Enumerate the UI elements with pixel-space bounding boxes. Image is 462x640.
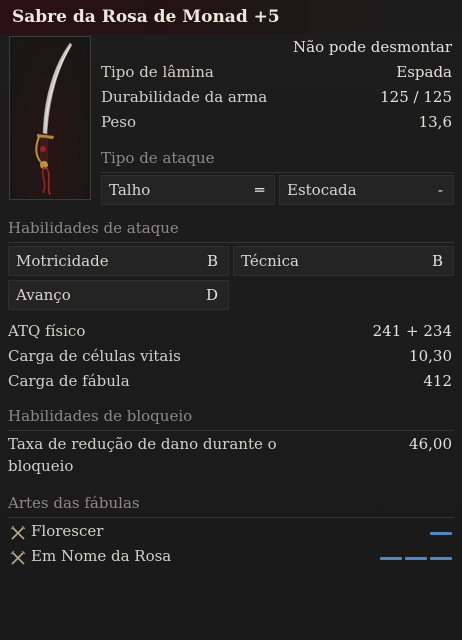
stat-value: 241 + 234: [372, 322, 452, 340]
stat-value: 125 / 125: [380, 88, 452, 106]
stat-value: 46,00: [409, 435, 452, 453]
item-title: Sabre da Rosa de Monad +5: [12, 7, 280, 27]
stat-value: Espada: [396, 63, 452, 81]
divider: [101, 172, 454, 173]
stat-label: Carga de células vitais: [8, 347, 181, 365]
ability-label: Motricidade: [16, 252, 109, 270]
attack-type-label: Talho: [109, 181, 151, 199]
stat-label: ATQ físico: [8, 322, 86, 340]
ability-motricidade: Motricidade B: [8, 246, 229, 276]
stat-value: 13,6: [418, 113, 452, 131]
stat-value: 412: [423, 372, 452, 390]
fable-cost-segment: [430, 557, 452, 560]
fable-cost-segment: [430, 532, 452, 535]
fable-cost-segment: [380, 557, 402, 560]
attack-type-label: Estocada: [287, 181, 357, 199]
divider: [8, 430, 454, 431]
item-tooltip-panel: Sabre da Rosa de Monad +5 Não pode desmo…: [0, 0, 462, 640]
crossed-swords-icon: [10, 550, 26, 565]
ability-label: Avanço: [16, 286, 71, 304]
dismantle-note: Não pode desmontar: [293, 38, 452, 56]
ability-grade: B: [206, 252, 218, 270]
stat-label-line1: Taxa de redução de dano durante o: [8, 435, 277, 453]
attack-type-value: -: [437, 181, 443, 199]
stat-row-weight: Peso 13,6: [0, 113, 462, 135]
ability-grade: D: [205, 286, 218, 304]
stat-label: Tipo de lâmina: [101, 63, 214, 81]
fable-arts-heading: Artes das fábulas: [8, 494, 140, 512]
ability-tecnica: Técnica B: [233, 246, 454, 276]
attack-abilities-heading: Habilidades de ataque: [8, 219, 179, 237]
fable-art-row: Em Nome da Rosa: [0, 547, 462, 569]
crossed-swords-icon: [10, 525, 26, 540]
stat-row-physical-atk: ATQ físico 241 + 234: [0, 322, 462, 344]
title-bar: Sabre da Rosa de Monad +5: [0, 0, 462, 34]
ability-label: Técnica: [241, 252, 299, 270]
divider: [8, 242, 454, 243]
stat-row-blade-type: Tipo de lâmina Espada: [0, 63, 462, 85]
stat-label: Carga de fábula: [8, 372, 130, 390]
dismantle-row: Não pode desmontar: [0, 38, 462, 60]
block-abilities-heading: Habilidades de bloqueio: [8, 407, 193, 425]
stat-row-fable-charge: Carga de fábula 412: [0, 372, 462, 394]
divider: [8, 517, 454, 518]
stat-row-durability: Durabilidade da arma 125 / 125: [0, 88, 462, 110]
fable-cost-segment: [405, 557, 427, 560]
stat-label-line2: bloqueio: [8, 457, 74, 475]
stat-value: 10,30: [409, 347, 452, 365]
fable-art-row: Florescer: [0, 522, 462, 544]
stat-row-block-reduction: Taxa de redução de dano durante o bloque…: [0, 435, 462, 479]
ability-avanco: Avanço D: [8, 280, 229, 310]
attack-type-value: ═: [254, 181, 264, 199]
attack-type-thrust: Estocada -: [279, 175, 454, 205]
stat-row-vital-cell: Carga de células vitais 10,30: [0, 347, 462, 369]
attack-type-heading: Tipo de ataque: [101, 149, 215, 167]
ability-grade: B: [431, 252, 443, 270]
attack-type-slash: Talho ═: [101, 175, 275, 205]
fable-art-name: Florescer: [31, 522, 104, 540]
stat-label: Durabilidade da arma: [101, 88, 268, 106]
fable-art-name: Em Nome da Rosa: [31, 547, 172, 565]
stat-label: Peso: [101, 113, 137, 131]
